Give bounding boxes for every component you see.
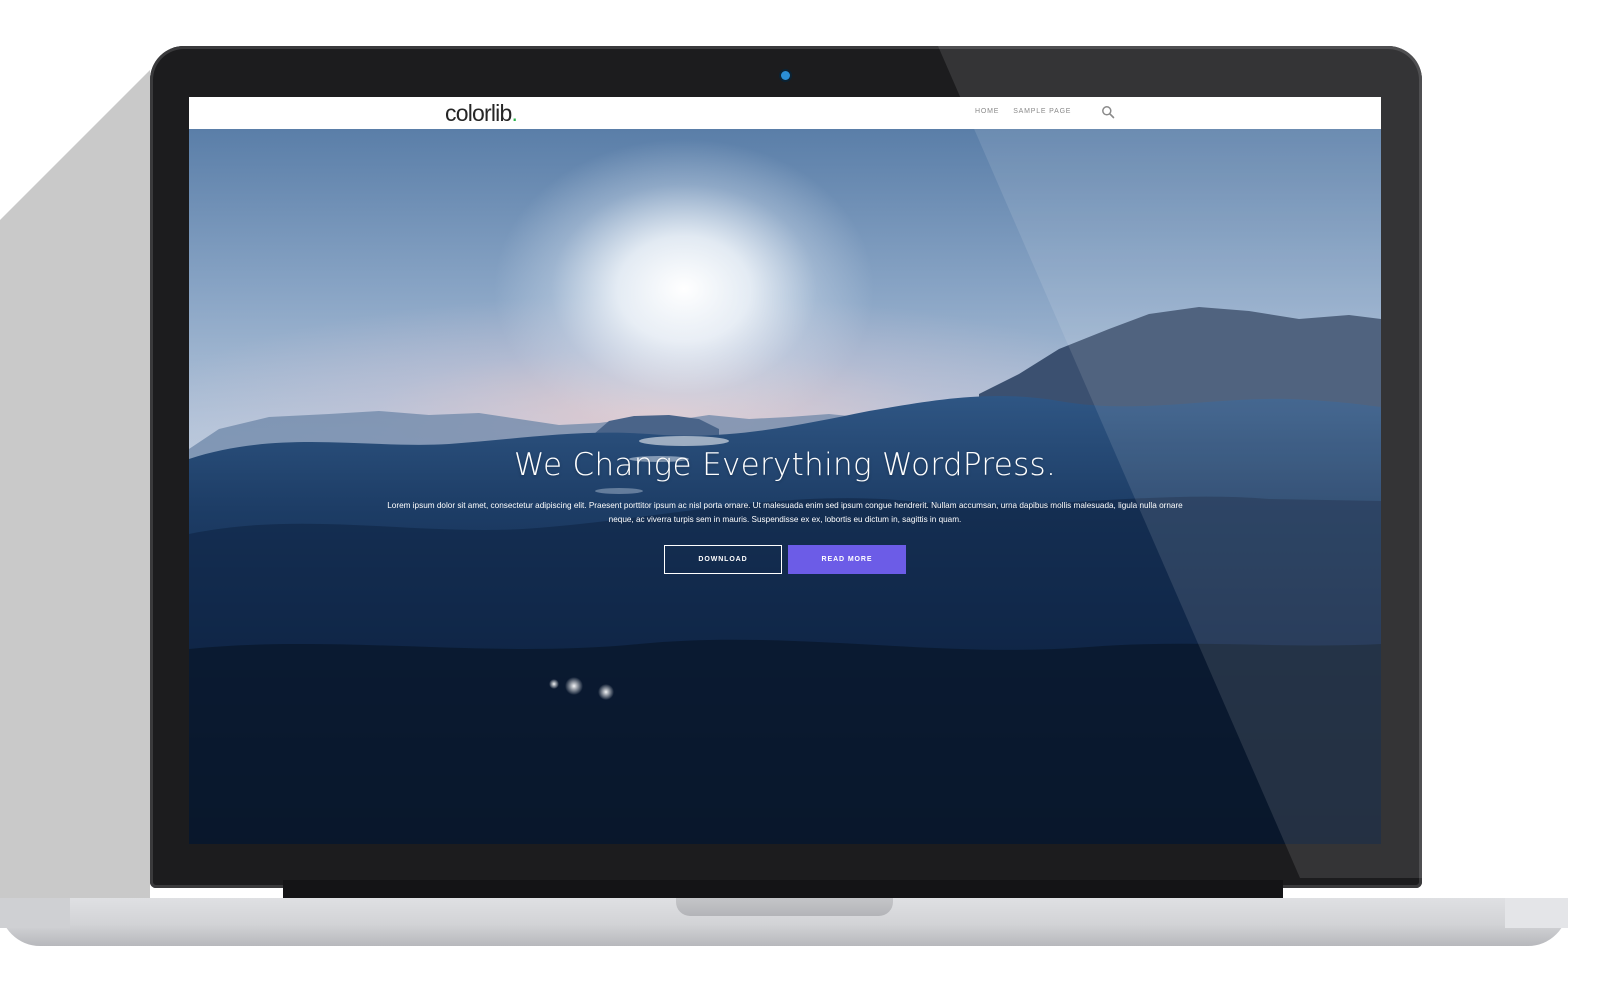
hero-section: We Change Everything WordPress. Lorem ip… [189,129,1381,844]
hero-text: Lorem ipsum dolor sit amet, consectetur … [387,501,1183,524]
webcam-icon [781,71,790,80]
laptop-base-right-edge [1505,898,1568,928]
main-nav: HOME SAMPLE PAGE [975,108,1071,115]
download-button[interactable]: DOWNLOAD [664,545,782,574]
hero-content: We Change Everything WordPress. Lorem ip… [189,447,1381,574]
logo-dot: . [511,100,518,126]
hero-title: We Change Everything WordPress. [513,447,1057,483]
site-logo[interactable]: colorlib. [445,100,518,127]
laptop-hinge [283,880,1283,898]
search-icon[interactable] [1101,105,1115,119]
site-header: colorlib. HOME SAMPLE PAGE [189,97,1381,129]
laptop-opening-notch [676,898,893,916]
read-more-button[interactable]: READ MORE [788,545,906,574]
laptop-base-left-edge [0,898,70,928]
hero-buttons: DOWNLOAD READ MORE [189,545,1381,574]
laptop-screen: colorlib. HOME SAMPLE PAGE We Change Eve… [189,97,1381,844]
nav-item-sample-page[interactable]: SAMPLE PAGE [1013,108,1071,115]
nav-item-home[interactable]: HOME [975,108,999,115]
